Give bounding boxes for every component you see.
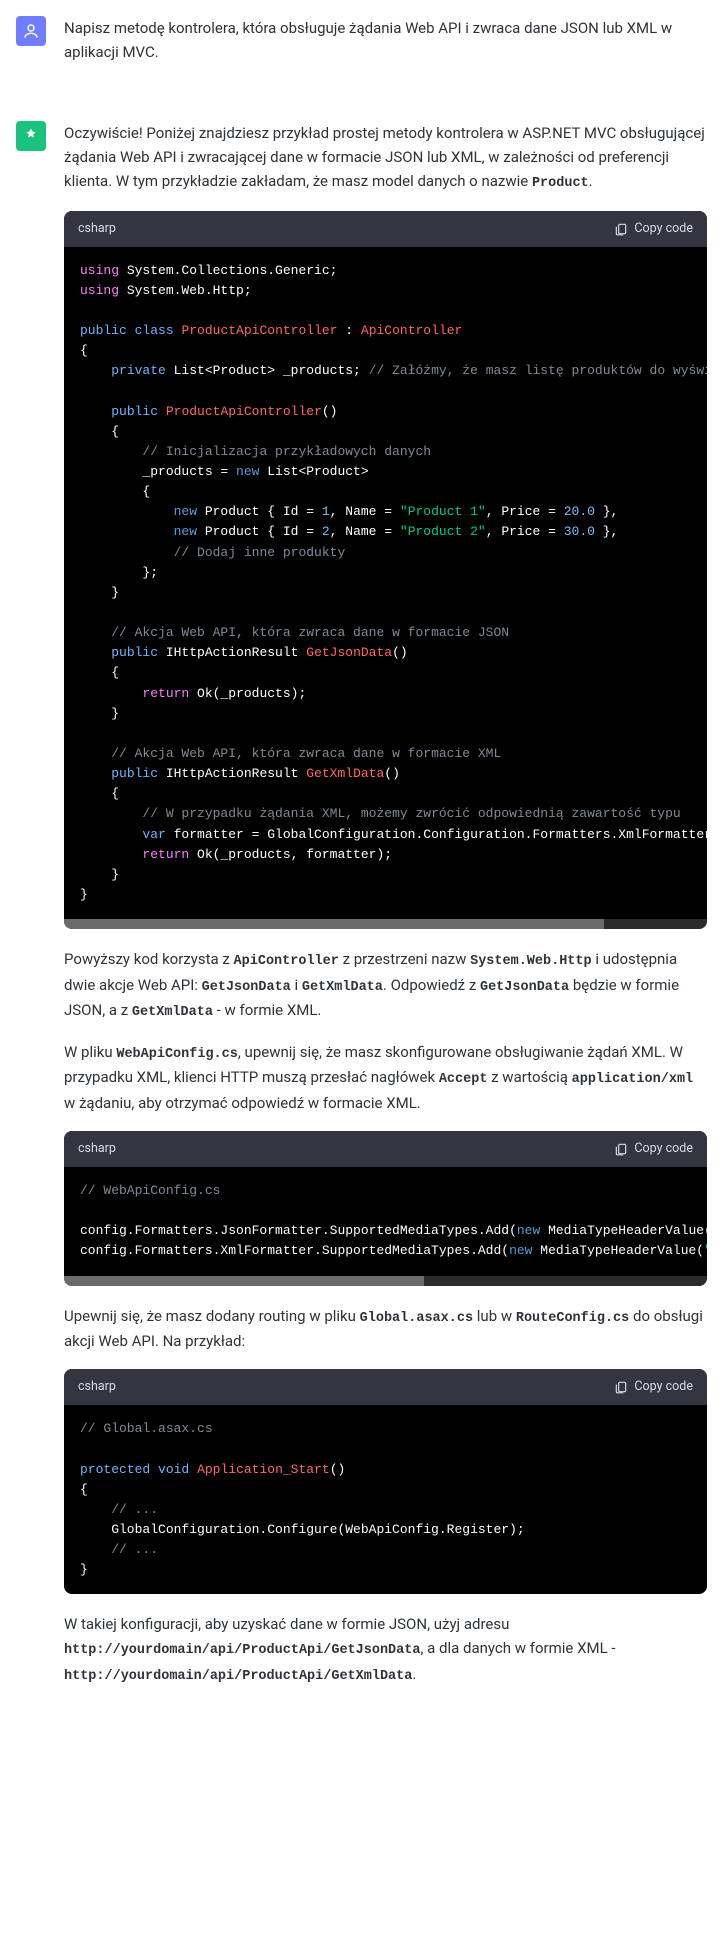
code-pre: // WebApiConfig.cs config.Formatters.Jso… — [80, 1181, 691, 1262]
inline-code: GetXmlData — [132, 1005, 213, 1020]
inline-code: GetJsonData — [202, 980, 291, 995]
code-pre: // Global.asax.cs protected void Applica… — [80, 1419, 691, 1580]
inline-code: http://yourdomain/api/ProductApi/GetXmlD… — [64, 1669, 412, 1684]
inline-code: System.Web.Http — [470, 954, 592, 969]
assistant-icon — [22, 127, 40, 145]
inline-code: WebApiConfig.cs — [116, 1047, 238, 1062]
inline-code-product: Product — [532, 176, 589, 191]
assistant-avatar — [16, 121, 46, 151]
inline-code: Global.asax.cs — [360, 1311, 473, 1326]
clipboard-icon — [614, 1142, 628, 1156]
code-lang-label: csharp — [78, 1377, 116, 1397]
intro-paragraph: Oczywiście! Poniżej znajdziesz przykład … — [64, 121, 707, 195]
code-pre: using System.Collections.Generic; using … — [80, 261, 691, 906]
code-header: csharp Copy code — [64, 1369, 707, 1405]
inline-code: http://yourdomain/api/ProductApi/GetJson… — [64, 1643, 420, 1658]
code-block-2: csharp Copy code // WebApiConfig.cs conf… — [64, 1131, 707, 1286]
clipboard-icon — [614, 222, 628, 236]
code-header: csharp Copy code — [64, 211, 707, 247]
clipboard-icon — [614, 1380, 628, 1394]
paragraph-2: Powyższy kod korzysta z ApiController z … — [64, 947, 707, 1024]
user-message: Napisz metodę kontrolera, która obsługuj… — [0, 0, 727, 105]
code-header: csharp Copy code — [64, 1131, 707, 1167]
inline-code: RouteConfig.cs — [516, 1311, 629, 1326]
user-avatar — [16, 16, 46, 46]
inline-code: GetJsonData — [480, 980, 569, 995]
code-body[interactable]: // WebApiConfig.cs config.Formatters.Jso… — [64, 1167, 707, 1276]
paragraph-4: Upewnij się, że masz dodany routing w pl… — [64, 1304, 707, 1354]
user-icon — [22, 22, 40, 40]
copy-code-button[interactable]: Copy code — [614, 1377, 693, 1397]
scrollbar-thumb[interactable] — [64, 1276, 424, 1286]
user-content: Napisz metodę kontrolera, która obsługuj… — [64, 16, 707, 80]
horizontal-scrollbar[interactable] — [64, 1276, 707, 1286]
horizontal-scrollbar[interactable] — [64, 919, 707, 929]
assistant-message: Oczywiście! Poniżej znajdziesz przykład … — [0, 105, 727, 1729]
user-text: Napisz metodę kontrolera, która obsługuj… — [64, 16, 707, 64]
assistant-content: Oczywiście! Poniżej znajdziesz przykład … — [64, 121, 707, 1704]
inline-code: GetXmlData — [302, 980, 383, 995]
inline-code: Accept — [439, 1072, 488, 1087]
paragraph-5: W takiej konfiguracji, aby uzyskać dane … — [64, 1612, 707, 1687]
code-lang-label: csharp — [78, 1139, 116, 1159]
code-lang-label: csharp — [78, 219, 116, 239]
inline-code: application/xml — [572, 1072, 694, 1087]
copy-code-button[interactable]: Copy code — [614, 1139, 693, 1159]
code-block-3: csharp Copy code // Global.asax.cs prote… — [64, 1369, 707, 1594]
code-body[interactable]: // Global.asax.cs protected void Applica… — [64, 1405, 707, 1594]
inline-code: ApiController — [234, 954, 339, 969]
scrollbar-thumb[interactable] — [64, 919, 604, 929]
code-block-1: csharp Copy code using System.Collection… — [64, 211, 707, 930]
copy-code-button[interactable]: Copy code — [614, 219, 693, 239]
paragraph-3: W pliku WebApiConfig.cs, upewnij się, że… — [64, 1040, 707, 1115]
code-body[interactable]: using System.Collections.Generic; using … — [64, 247, 707, 920]
